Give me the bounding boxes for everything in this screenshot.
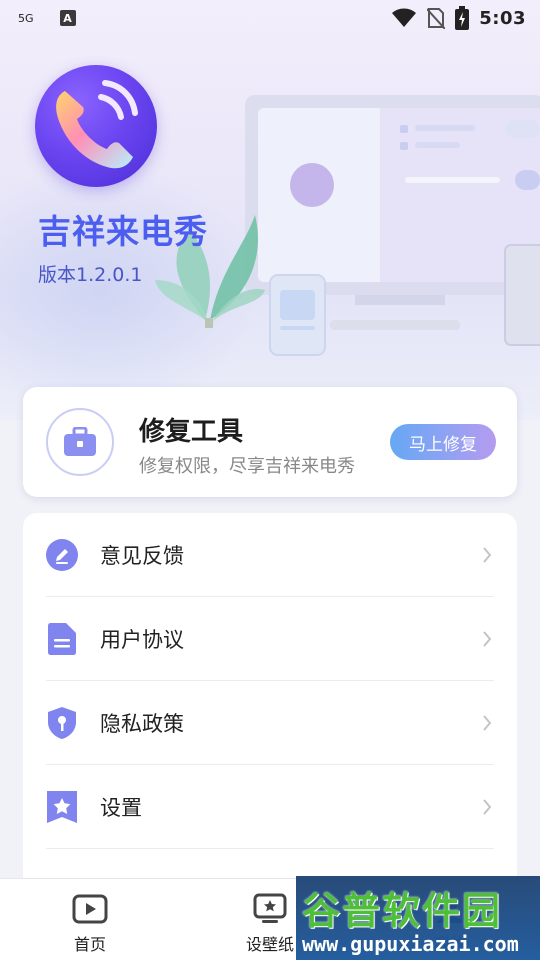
- nav-wallpaper-label: 设壁纸: [245, 935, 294, 954]
- menu-item-privacy-policy[interactable]: 隐私政策: [46, 681, 494, 765]
- watermark-title: 谷普软件园: [302, 889, 503, 933]
- chevron-right-icon: [480, 713, 494, 733]
- menu-item-label: 隐私政策: [100, 711, 184, 736]
- notification-icon: A: [59, 10, 76, 26]
- app-name: 吉祥来电秀: [38, 212, 208, 251]
- menu-item-label: 意见反馈: [100, 543, 184, 568]
- repair-tool-card: 修复工具 修复权限，尽享吉祥来电秀 马上修复: [23, 387, 517, 497]
- app-version: 版本1.2.0.1: [38, 264, 143, 286]
- nav-home-label: 首页: [73, 935, 106, 954]
- menu-item-feedback[interactable]: 意见反馈: [46, 513, 494, 597]
- no-sim-icon: [427, 8, 446, 29]
- repair-icon-ring: [46, 408, 114, 476]
- wifi-icon: [392, 8, 417, 27]
- menu-item-settings[interactable]: 设置: [46, 765, 494, 849]
- desk-illustration: [155, 95, 540, 356]
- clock: 5:03: [479, 7, 526, 29]
- menu-list: 意见反馈 用户协议 隐私政策 设置: [23, 513, 517, 893]
- chevron-right-icon: [480, 545, 494, 565]
- chevron-right-icon: [480, 797, 494, 817]
- shield-icon: [46, 706, 78, 739]
- watermark: 谷普软件园 www.gupuxiazai.com: [296, 876, 540, 960]
- network-type: 5G: [18, 11, 34, 25]
- nav-home[interactable]: 首页: [35, 879, 145, 960]
- app-logo: [35, 65, 157, 187]
- wallpaper-icon: [253, 893, 287, 923]
- repair-now-button[interactable]: 马上修复: [390, 424, 496, 460]
- menu-item-label: 设置: [100, 795, 142, 820]
- menu-item-label: 用户协议: [100, 627, 184, 652]
- battery-charging-icon: [455, 6, 470, 30]
- toolbox-icon: [64, 427, 96, 456]
- edit-icon: [46, 538, 78, 571]
- status-bar: 5G A 5:03: [0, 0, 540, 36]
- document-icon: [46, 622, 78, 655]
- chevron-right-icon: [480, 629, 494, 649]
- watermark-url: www.gupuxiazai.com: [302, 932, 519, 956]
- video-icon: [72, 894, 108, 924]
- star-bookmark-icon: [46, 790, 78, 823]
- menu-item-user-agreement[interactable]: 用户协议: [46, 597, 494, 681]
- status-right: 5:03: [391, 6, 526, 30]
- phone-call-icon: [56, 80, 138, 169]
- repair-subtitle: 修复权限，尽享吉祥来电秀: [139, 456, 355, 477]
- repair-title: 修复工具: [139, 417, 244, 447]
